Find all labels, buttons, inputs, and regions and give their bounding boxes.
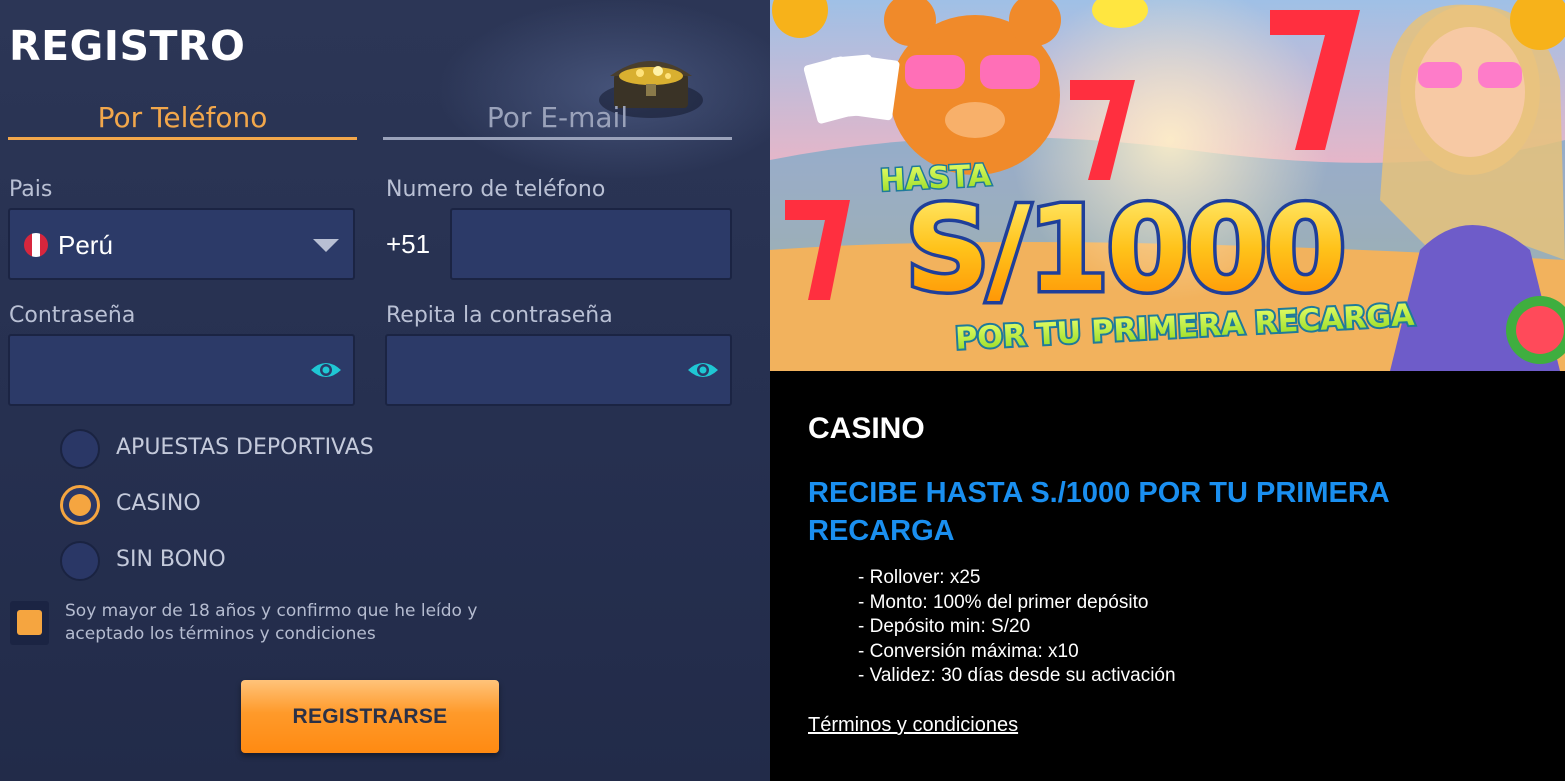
password-label: Contraseña — [9, 303, 136, 328]
repeat-password-label: Repita la contraseña — [386, 303, 613, 328]
country-label: Pais — [9, 177, 53, 202]
page-title: REGISTRO — [9, 22, 246, 70]
phone-number-input[interactable] — [452, 210, 730, 278]
promo-detail-amount: - Monto: 100% del primer depósito — [858, 591, 1149, 613]
banner-amount: S/1000 — [905, 180, 1344, 318]
phone-number-field[interactable] — [450, 208, 732, 280]
promo-detail-max-conversion: - Conversión máxima: x10 — [858, 640, 1079, 662]
show-password-eye-icon[interactable] — [309, 358, 343, 382]
promo-panel: HASTA S/1000 POR TU PRIMERA RECARGA CASI… — [770, 0, 1565, 781]
show-repeat-password-eye-icon[interactable] — [686, 358, 720, 382]
password-field[interactable] — [8, 334, 355, 406]
promo-detail-validity: - Validez: 30 días desde su activación — [858, 665, 1176, 686]
tab-by-phone[interactable]: Por Teléfono — [8, 100, 357, 140]
radio-sports[interactable] — [60, 429, 100, 469]
country-value: Perú — [58, 230, 113, 260]
radio-casino[interactable] — [60, 485, 100, 525]
registration-panel: REGISTRO Por Teléfono Por E-mail Pais Nu… — [0, 0, 770, 781]
promo-detail-min-deposit: - Depósito min: S/20 — [858, 616, 1031, 637]
promo-detail-rollover: - Rollover: x25 — [858, 567, 981, 588]
password-input[interactable] — [10, 336, 353, 404]
tab-by-phone-label: Por Teléfono — [97, 101, 268, 134]
promo-banner: HASTA S/1000 POR TU PRIMERA RECARGA — [770, 0, 1565, 371]
repeat-password-field[interactable] — [385, 334, 732, 406]
peru-flag-icon — [24, 233, 48, 257]
promo-banner-art: HASTA S/1000 POR TU PRIMERA RECARGA — [770, 0, 1565, 371]
radio-no-bonus[interactable] — [60, 541, 100, 581]
bonus-option-none-label: SIN BONO — [116, 547, 226, 572]
tab-by-email-label: Por E-mail — [486, 101, 629, 134]
tab-by-email[interactable]: Por E-mail — [383, 100, 732, 140]
repeat-password-input[interactable] — [387, 336, 730, 404]
terms-conditions-link[interactable]: Términos y condiciones — [808, 714, 1018, 737]
promo-details-list: - Rollover: x25 - Monto: 100% del primer… — [858, 566, 1176, 689]
terms-consent-text: Soy mayor de 18 años y confirmo que he l… — [65, 601, 478, 644]
country-select[interactable]: Perú — [8, 208, 355, 280]
promo-headline: RECIBE HASTA S./1000 POR TU PRIMERA RECA… — [808, 477, 1389, 547]
bonus-option-casino-label: CASINO — [116, 491, 201, 516]
phone-number-label: Numero de teléfono — [386, 177, 606, 202]
terms-checkbox[interactable] — [10, 601, 49, 645]
phone-prefix: +51 — [386, 229, 431, 259]
promo-category: CASINO — [808, 412, 925, 445]
bonus-option-sports-label: APUESTAS DEPORTIVAS — [116, 435, 374, 460]
register-button[interactable]: REGISTRARSE — [241, 680, 499, 753]
chevron-down-icon — [313, 239, 339, 252]
